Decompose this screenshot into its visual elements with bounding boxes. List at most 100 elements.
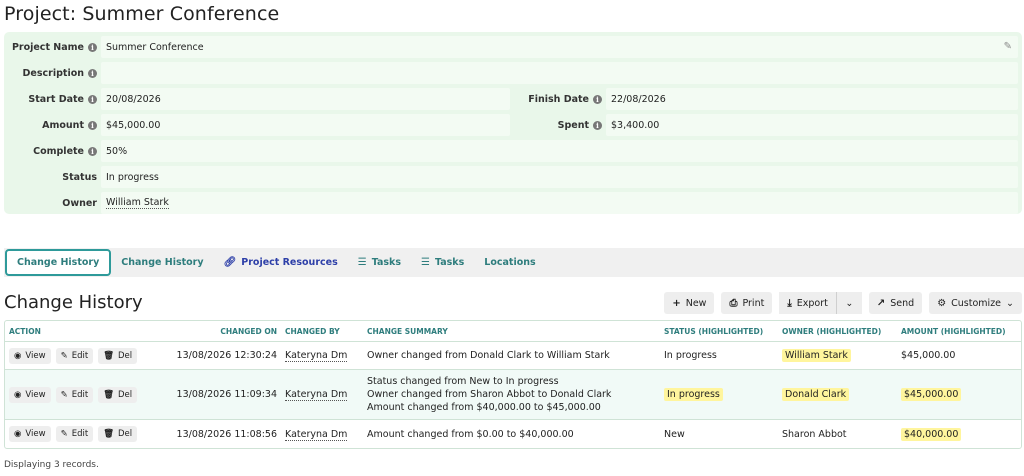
detail-row-status: Status In progress [8, 164, 1018, 190]
row-actions: ◉ View ✎ Edit 🗑︎ Del [5, 386, 167, 403]
tab-change-history-active[interactable]: Change History [5, 249, 112, 276]
cell-changed-on: 13/08/2026 11:09:34 [176, 389, 277, 400]
eye-icon: ◉ [14, 389, 22, 400]
project-details-panel: Project Name i Summer Conference ✎ Descrip… [4, 32, 1022, 214]
printer-icon: ⎙ [729, 297, 738, 309]
highlight: William Stark [782, 349, 851, 362]
export-split-button: ⤓ Export ⌄ [779, 292, 862, 314]
detail-row-description: Description i [8, 60, 1018, 86]
trash-icon: 🗑︎ [103, 389, 114, 400]
eye-icon: ◉ [14, 429, 22, 439]
info-icon[interactable]: i [593, 120, 602, 130]
column-header-action[interactable]: Action [5, 327, 167, 336]
complete-value[interactable]: 50% [101, 140, 1018, 162]
pencil-icon[interactable]: ✎ [1004, 41, 1012, 52]
tab-tasks-2[interactable]: ☰ Tasks [411, 249, 474, 276]
delete-button[interactable]: 🗑︎ Del [98, 426, 138, 442]
view-button[interactable]: ◉ View [9, 386, 51, 403]
checklist-icon: ☰ [357, 257, 367, 268]
info-icon[interactable]: i [88, 94, 97, 104]
cell-status: In progress [664, 350, 717, 361]
cell-summary: Amount changed from $0.00 to $40,000.00 [367, 428, 574, 440]
status-value[interactable]: In progress [101, 166, 1018, 188]
chevron-down-icon: ⌄ [1006, 297, 1014, 309]
view-button[interactable]: ◉ View [9, 347, 51, 364]
export-dropdown-button[interactable]: ⌄ [835, 292, 862, 314]
detail-label: Status [62, 171, 97, 183]
plus-icon: + [672, 297, 681, 309]
tab-locations[interactable]: Locations [474, 249, 545, 276]
column-header-status[interactable]: Status (Highlighted) [659, 327, 777, 336]
edit-button[interactable]: ✎ Edit [55, 347, 94, 364]
detail-row-owner: Owner William Stark [8, 190, 1018, 216]
owner-link[interactable]: William Stark [106, 197, 169, 209]
cell-summary: Owner changed from Donald Clark to Willi… [367, 350, 610, 361]
delete-button[interactable]: 🗑︎ Del [98, 386, 138, 403]
start-date-value[interactable]: 20/08/2026 [101, 88, 510, 110]
detail-row-money: Amount i $45,000.00 Spent i $3,400.00 [8, 112, 1018, 138]
view-button[interactable]: ◉ View [9, 426, 51, 442]
column-header-changed-on[interactable]: Changed On [167, 327, 277, 336]
detail-label: Spent i [510, 112, 606, 138]
edit-icon: ✎ [60, 429, 68, 439]
detail-label: Start Date i [8, 86, 101, 112]
page-title: Project: Summer Conference [4, 3, 280, 25]
info-icon[interactable]: i [88, 42, 97, 52]
gear-icon: ⚙ [937, 297, 947, 309]
detail-row-complete: Complete i 50% [8, 138, 1018, 164]
column-header-summary[interactable]: Change Summary [362, 325, 659, 338]
cell-changed-by: Kateryna Dm [277, 350, 362, 362]
cell-owner: Donald Clark [777, 388, 896, 401]
owner-value[interactable]: William Stark [101, 192, 1018, 214]
link-icon: 🔗︎ [223, 257, 237, 268]
highlight: $40,000.00 [901, 427, 962, 441]
amount-value[interactable]: $45,000.00 [101, 114, 510, 136]
eye-icon: ◉ [14, 350, 22, 361]
info-icon[interactable]: i [88, 68, 97, 78]
new-button[interactable]: + New [664, 292, 715, 314]
row-actions: ◉ View ✎ Edit 🗑︎ Del [5, 347, 167, 364]
detail-label: Project Name i [8, 34, 101, 60]
column-header-changed-by[interactable]: Changed By [277, 327, 362, 336]
delete-button[interactable]: 🗑︎ Del [98, 347, 138, 364]
info-icon[interactable]: i [88, 120, 97, 130]
user-link[interactable]: Kateryna Dm [285, 389, 348, 401]
description-value[interactable] [101, 62, 1018, 84]
grid-header: Action Changed On Changed By Change Summ… [5, 321, 1021, 342]
cell-amount: $45,000.00 [901, 350, 956, 361]
cell-owner: William Stark [777, 349, 896, 362]
edit-button[interactable]: ✎ Edit [55, 386, 94, 403]
highlight: In progress [664, 388, 723, 401]
tab-project-resources[interactable]: 🔗︎ Project Resources [214, 249, 348, 276]
detail-label: Owner [62, 197, 97, 209]
column-header-amount[interactable]: Amount (Highlighted) [896, 327, 1021, 336]
print-button[interactable]: ⎙ Print [721, 292, 773, 314]
table-row: ◉ View ✎ Edit 🗑︎ Del 13/08/2026 12:30:24 Ka… [5, 342, 1021, 370]
tab-bar: Change History Change History 🔗︎ Project … [4, 248, 1024, 277]
edit-button[interactable]: ✎ Edit [55, 426, 94, 442]
customize-button[interactable]: ⚙ Customize ⌄ [929, 292, 1022, 314]
finish-date-value[interactable]: 22/08/2026 [606, 88, 1018, 110]
table-row: ◉ View ✎ Edit 🗑︎ Del 13/08/2026 11:08:56 Ka… [5, 420, 1021, 448]
user-link[interactable]: Kateryna Dm [285, 350, 348, 362]
export-button[interactable]: ⤓ Export [779, 292, 836, 314]
record-count: Displaying 3 records. [4, 460, 99, 470]
edit-icon: ✎ [60, 389, 68, 400]
user-link[interactable]: Kateryna Dm [285, 428, 348, 441]
project-name-value[interactable]: Summer Conference ✎ [101, 36, 1018, 58]
trash-icon: 🗑︎ [103, 429, 114, 439]
tab-change-history[interactable]: Change History [111, 249, 213, 276]
change-history-grid: Action Changed On Changed By Change Summ… [4, 320, 1022, 449]
send-button[interactable]: ↗ Send [868, 292, 923, 314]
column-header-owner[interactable]: Owner (Highlighted) [777, 327, 896, 336]
detail-label: Amount i [8, 112, 101, 138]
cell-summary: Status changed from New to In progress O… [367, 376, 612, 413]
info-icon[interactable]: i [88, 146, 97, 156]
edit-icon: ✎ [60, 350, 68, 361]
chevron-down-icon: ⌄ [845, 297, 854, 309]
tab-tasks[interactable]: ☰ Tasks [348, 249, 411, 276]
share-icon: ↗ [876, 297, 886, 309]
cell-changed-by: Kateryna Dm [277, 428, 362, 441]
info-icon[interactable]: i [593, 94, 602, 104]
spent-value[interactable]: $3,400.00 [606, 114, 1018, 136]
